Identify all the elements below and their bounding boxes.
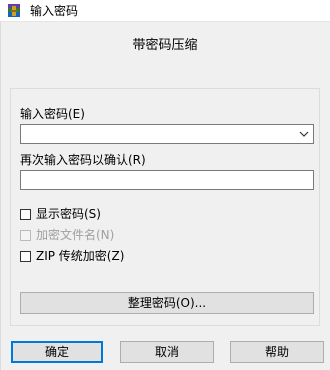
encrypt-filenames-checkbox[interactable] — [20, 230, 31, 241]
cancel-button[interactable]: 取消 — [120, 341, 214, 363]
password-combobox[interactable] — [20, 124, 314, 144]
show-password-label[interactable]: 显示密码(S) — [36, 207, 101, 221]
confirm-password-input[interactable] — [20, 170, 314, 190]
encrypt-filenames-label[interactable]: 加密文件名(N) — [36, 228, 114, 242]
password-label: 输入密码(E) — [20, 107, 85, 121]
zip-legacy-encryption-checkbox[interactable] — [20, 251, 31, 262]
window-border — [0, 22, 1, 370]
show-password-checkbox[interactable] — [20, 209, 31, 220]
winrar-icon — [8, 4, 20, 17]
dialog-header: 带密码压缩 — [132, 38, 198, 53]
window-title: 输入密码 — [30, 4, 79, 18]
chevron-down-icon[interactable] — [298, 128, 310, 140]
ok-button[interactable]: 确定 — [11, 341, 103, 363]
zip-legacy-encryption-label[interactable]: ZIP 传统加密(Z) — [36, 249, 124, 263]
help-button[interactable]: 帮助 — [230, 341, 324, 363]
organize-passwords-button[interactable]: 整理密码(O)... — [20, 292, 314, 314]
confirm-password-label: 再次输入密码以确认(R) — [20, 153, 146, 167]
title-bar: 输入密码 — [0, 0, 330, 22]
